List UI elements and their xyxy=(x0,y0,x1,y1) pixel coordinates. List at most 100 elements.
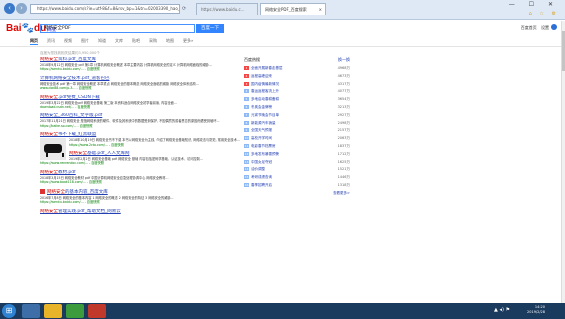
tab-8[interactable]: 地图 xyxy=(166,38,174,44)
hot-item-text: 电影春节档票房 xyxy=(251,143,276,148)
rank-badge: 4 xyxy=(244,89,249,94)
more-link[interactable]: 查看更多> xyxy=(244,191,350,196)
hot-item[interactable]: 12 多地发布暴雪预警 1712万 xyxy=(244,151,350,159)
hot-item-heat: 4317万 xyxy=(337,81,350,86)
rank-badge: 7 xyxy=(244,112,249,117)
hot-item[interactable]: 1 全面开展新春走基层 4968万 xyxy=(244,65,350,73)
hot-item-heat: 1625万 xyxy=(337,159,350,164)
rank-badge: 3 xyxy=(244,81,249,86)
result-url[interactable]: download.csdn.net/... - 百度快照 xyxy=(40,105,240,109)
tab-label: https://www.baidu.c... xyxy=(201,7,245,12)
result-item: 网络安全管理实践.pdf_帮助文档_网易云 xyxy=(40,209,240,215)
toolbar-icons[interactable]: ⌂ ☆ ⚙ xyxy=(529,11,559,17)
pdf-icon xyxy=(40,188,45,194)
hot-item[interactable]: 7 元宵节晚会节目单 2927万 xyxy=(244,112,350,120)
window-controls[interactable]: — ☐ ✕ xyxy=(509,1,559,8)
result-url[interactable]: https://www.book118.com/... - 百度快照 xyxy=(40,180,240,184)
hot-item[interactable]: 5 多地启动春耕备耕 3654万 xyxy=(244,96,350,104)
hot-list-header: 百度热搜 换一换 xyxy=(244,57,350,65)
rank-badge: 10 xyxy=(244,136,249,141)
start-button[interactable]: ⊞ xyxy=(2,304,16,318)
tab-2[interactable]: 视频 xyxy=(64,38,72,44)
result-thumbnail[interactable] xyxy=(40,138,66,161)
result-url[interactable]: https://wenku.baidu.com/... - 百度快照 xyxy=(40,200,240,204)
hot-item-heat: 1521万 xyxy=(337,167,350,172)
top-links[interactable]: 百度首页 设置 xyxy=(521,25,549,31)
rank-badge: 1 xyxy=(244,66,249,70)
search-input[interactable]: 网络安全PDF xyxy=(40,24,195,33)
hot-item[interactable]: 16 春季招聘开启 1318万 xyxy=(244,182,350,190)
hot-item-heat: 2498万 xyxy=(337,120,350,125)
result-url[interactable]: https://www.2cto.com/... - 百度快照 xyxy=(69,143,240,147)
rank-badge: 11 xyxy=(244,143,249,148)
result-url[interactable]: https://wenku.baidu.com/... - 百度快照 xyxy=(40,67,240,71)
app-taskbar-icon[interactable] xyxy=(88,304,106,318)
rank-badge: 8 xyxy=(244,120,249,125)
hot-item-text: 春季招聘开启 xyxy=(251,182,272,187)
hot-item[interactable]: 10 高校开学时间 2063万 xyxy=(244,135,350,143)
refresh-icon[interactable]: ⟳ xyxy=(182,4,186,14)
result-url[interactable]: https://www.renrendoc.com/... - 百度快照 xyxy=(40,161,240,165)
chrome-taskbar-icon[interactable] xyxy=(66,304,84,318)
hot-item-text: 油价调整 xyxy=(251,167,265,172)
hot-item[interactable]: 2 返程高峰迎来 4673万 xyxy=(244,73,350,81)
result-item: 网络安全教材.pdf 2018年3月15日 网络安全教材 pdf 中国计算机网络安… xyxy=(40,170,240,185)
result-url[interactable]: https://baike.so.com/... - 百度快照 xyxy=(40,124,240,128)
tab-4[interactable]: 知道 xyxy=(98,38,106,44)
hot-item-heat: 1712万 xyxy=(337,151,350,156)
scrollbar[interactable] xyxy=(561,21,565,303)
ie-taskbar-icon[interactable] xyxy=(22,304,40,318)
hot-item[interactable]: 4 春运返程客流上升 4077万 xyxy=(244,88,350,96)
address-bar[interactable]: https://www.baidu.com/s?ie=utf-8&f=8&rsv… xyxy=(30,4,180,14)
taskbar: ⊞ ▲ ◂) ⚑ 14:20 2019/2/28 xyxy=(0,303,565,319)
hot-item-text: 返程高峰迎来 xyxy=(251,73,272,78)
refresh-link[interactable]: 换一换 xyxy=(338,57,350,63)
tab-1[interactable]: 资讯 xyxy=(47,38,55,44)
result-count: 百度为您找到相关结果约3,950,000个 xyxy=(40,51,100,55)
hot-item-text: 春运返程客流上升 xyxy=(251,89,279,94)
results-list: 网络安全资料.pdf_百度文库 2018年9月12日 网络安全 pdf 第1章 计… xyxy=(40,57,240,219)
hot-item[interactable]: 13 中国女足夺冠 1625万 xyxy=(244,159,350,167)
explorer-taskbar-icon[interactable] xyxy=(44,304,62,318)
tab-inactive[interactable]: https://www.baidu.c... xyxy=(196,3,258,15)
hot-item[interactable]: 6 冬奥会金牌榜 3213万 xyxy=(244,104,350,112)
avatar[interactable] xyxy=(551,24,557,30)
hot-item-heat: 1837万 xyxy=(337,143,350,148)
hot-item-text: 高校开学时间 xyxy=(251,136,272,141)
hot-item[interactable]: 8 新能源汽车销量 2498万 xyxy=(244,120,350,128)
hot-item-text: 新能源汽车销量 xyxy=(251,120,276,125)
tab-5[interactable]: 文库 xyxy=(115,38,123,44)
tab-7[interactable]: 采购 xyxy=(149,38,157,44)
tab-active[interactable]: 网络安全PDF_百度搜索 × xyxy=(260,3,326,15)
hot-item-text: 全面开展新春走基层 xyxy=(251,66,283,70)
result-item: 网络安全_360百科_文字版.pdf 2017年11月21日 网络安全 是指网络系… xyxy=(40,113,240,128)
rank-badge: 2 xyxy=(244,73,249,78)
tab-6[interactable]: 贴吧 xyxy=(132,38,140,44)
hot-item-text: 元宵节晚会节目单 xyxy=(251,112,279,117)
hot-item-text: 国内疫情最新情况 xyxy=(251,81,279,86)
result-title[interactable]: 网络安全的基本内容_百度文库 xyxy=(40,188,240,196)
rank-badge: 14 xyxy=(244,167,249,172)
paw-icon: 🐾 xyxy=(21,23,35,34)
search-button[interactable]: 百度一下 xyxy=(196,24,224,33)
search-tabs: 网页 资讯 视频 图片 知道 文库 贴吧 采购 地图 更多» xyxy=(30,38,360,46)
clock[interactable]: 14:20 2019/2/28 xyxy=(527,305,545,315)
tab-0[interactable]: 网页 xyxy=(30,38,38,45)
result-title[interactable]: 网络安全管理实践.pdf_帮助文档_网易云 xyxy=(40,209,240,215)
back-button[interactable]: ‹ xyxy=(4,3,15,14)
forward-button[interactable]: › xyxy=(16,3,27,14)
hot-item[interactable]: 3 国内疫情最新情况 4317万 xyxy=(244,81,350,89)
result-url[interactable]: www.doc88.com/p-3... - 百度快照 xyxy=(40,86,240,90)
tab-3[interactable]: 图片 xyxy=(81,38,89,44)
hot-item[interactable]: 14 油价调整 1521万 xyxy=(244,166,350,174)
hot-item[interactable]: 15 考研成绩查询 1446万 xyxy=(244,174,350,182)
close-icon[interactable]: × xyxy=(319,4,322,15)
hot-item[interactable]: 9 全国天气预报 2157万 xyxy=(244,127,350,135)
tab-9[interactable]: 更多» xyxy=(183,38,193,44)
result-item: 网络安全书不下载_红黑联盟 2018年10月19日 网络安全书不下载 本书以网络安… xyxy=(40,132,240,161)
tray-icons[interactable]: ▲ ◂) ⚑ xyxy=(494,307,510,313)
hot-item[interactable]: 11 电影春节档票房 1837万 xyxy=(244,143,350,151)
hot-item-heat: 4673万 xyxy=(337,73,350,78)
result-item: 计算机网络安全技术.pdf_道客巴巴 网络安全技术 pdf 第一章 网络安全概述 … xyxy=(40,76,240,91)
hot-item-text: 全国天气预报 xyxy=(251,128,272,133)
